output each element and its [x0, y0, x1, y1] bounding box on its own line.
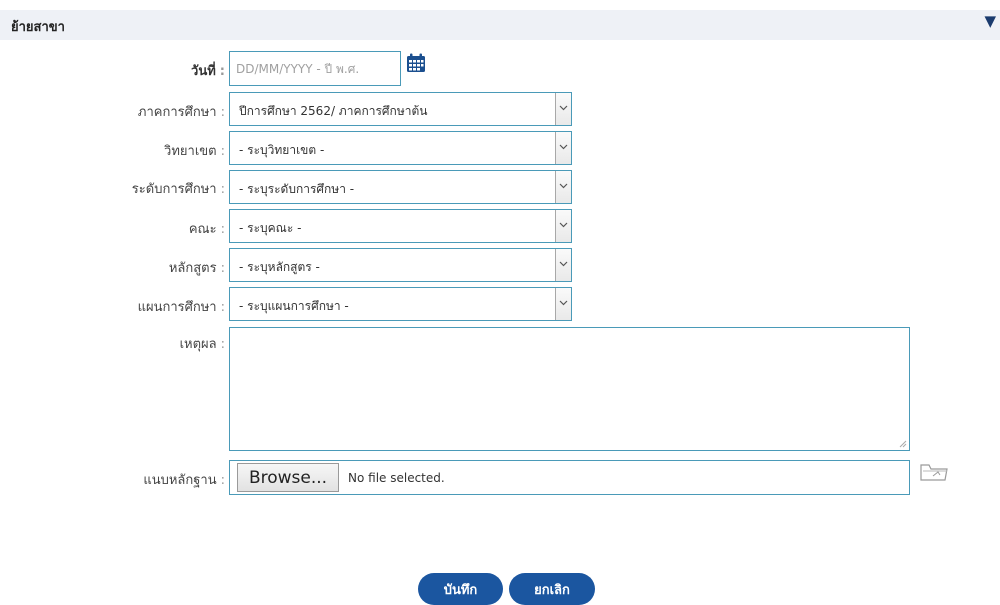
attachment-icon[interactable] [918, 461, 950, 483]
attachment-label: แนบหลักฐาน: [143, 473, 225, 488]
chevron-down-icon [559, 105, 568, 111]
reason-textarea[interactable] [229, 327, 910, 451]
level-select[interactable]: - ระบุระดับการศึกษา - [229, 170, 572, 204]
campus-select-value: - ระบุวิทยาเขต - [239, 143, 325, 157]
chevron-down-icon [559, 300, 568, 306]
chevron-down-icon [559, 261, 568, 267]
save-button[interactable]: บันทึก [418, 573, 503, 605]
section-title: ย้ายสาขา [11, 20, 65, 35]
reason-label: เหตุผล: [179, 337, 225, 352]
study-plan-select[interactable]: - ระบุแผนการศึกษา - [229, 287, 572, 321]
chevron-down-icon [559, 183, 568, 189]
semester-select-arrow[interactable] [555, 93, 571, 125]
file-input[interactable]: Browse... No file selected. [229, 460, 910, 495]
semester-select[interactable]: ปีการศึกษา 2562/ ภาคการศึกษาต้น [229, 92, 572, 126]
curriculum-select-value: - ระบุหลักสูตร - [239, 260, 320, 274]
study-plan-select-arrow[interactable] [555, 288, 571, 320]
faculty-select-arrow[interactable] [555, 210, 571, 242]
chevron-down-icon [559, 222, 568, 228]
date-input[interactable] [229, 51, 401, 86]
curriculum-select-arrow[interactable] [555, 249, 571, 281]
calendar-icon[interactable] [406, 53, 426, 73]
section-header[interactable]: ย้ายสาขา ▼ [0, 10, 1000, 40]
level-select-value: - ระบุระดับการศึกษา - [239, 182, 355, 196]
cancel-button[interactable]: ยกเลิก [509, 573, 595, 605]
semester-label: ภาคการศึกษา: [137, 105, 225, 120]
campus-label: วิทยาเขต: [164, 144, 225, 159]
study-plan-select-value: - ระบุแผนการศึกษา - [239, 299, 349, 313]
date-label: วันที่: [191, 64, 225, 79]
faculty-select[interactable]: - ระบุคณะ - [229, 209, 572, 243]
campus-select-arrow[interactable] [555, 132, 571, 164]
level-select-arrow[interactable] [555, 171, 571, 203]
level-label: ระดับการศึกษา: [131, 182, 225, 197]
curriculum-label: หลักสูตร: [168, 261, 225, 276]
semester-select-value: ปีการศึกษา 2562/ ภาคการศึกษาต้น [239, 104, 428, 118]
chevron-down-icon [559, 144, 568, 150]
browse-button[interactable]: Browse... [237, 463, 339, 492]
faculty-select-value: - ระบุคณะ - [239, 221, 302, 235]
collapse-toggle-icon[interactable]: ▼ [984, 14, 996, 29]
study-plan-label: แผนการศึกษา: [137, 300, 225, 315]
resize-grip-icon[interactable] [899, 440, 907, 448]
curriculum-select[interactable]: - ระบุหลักสูตร - [229, 248, 572, 282]
faculty-label: คณะ: [188, 222, 225, 237]
file-status-text: No file selected. [348, 471, 445, 485]
campus-select[interactable]: - ระบุวิทยาเขต - [229, 131, 572, 165]
